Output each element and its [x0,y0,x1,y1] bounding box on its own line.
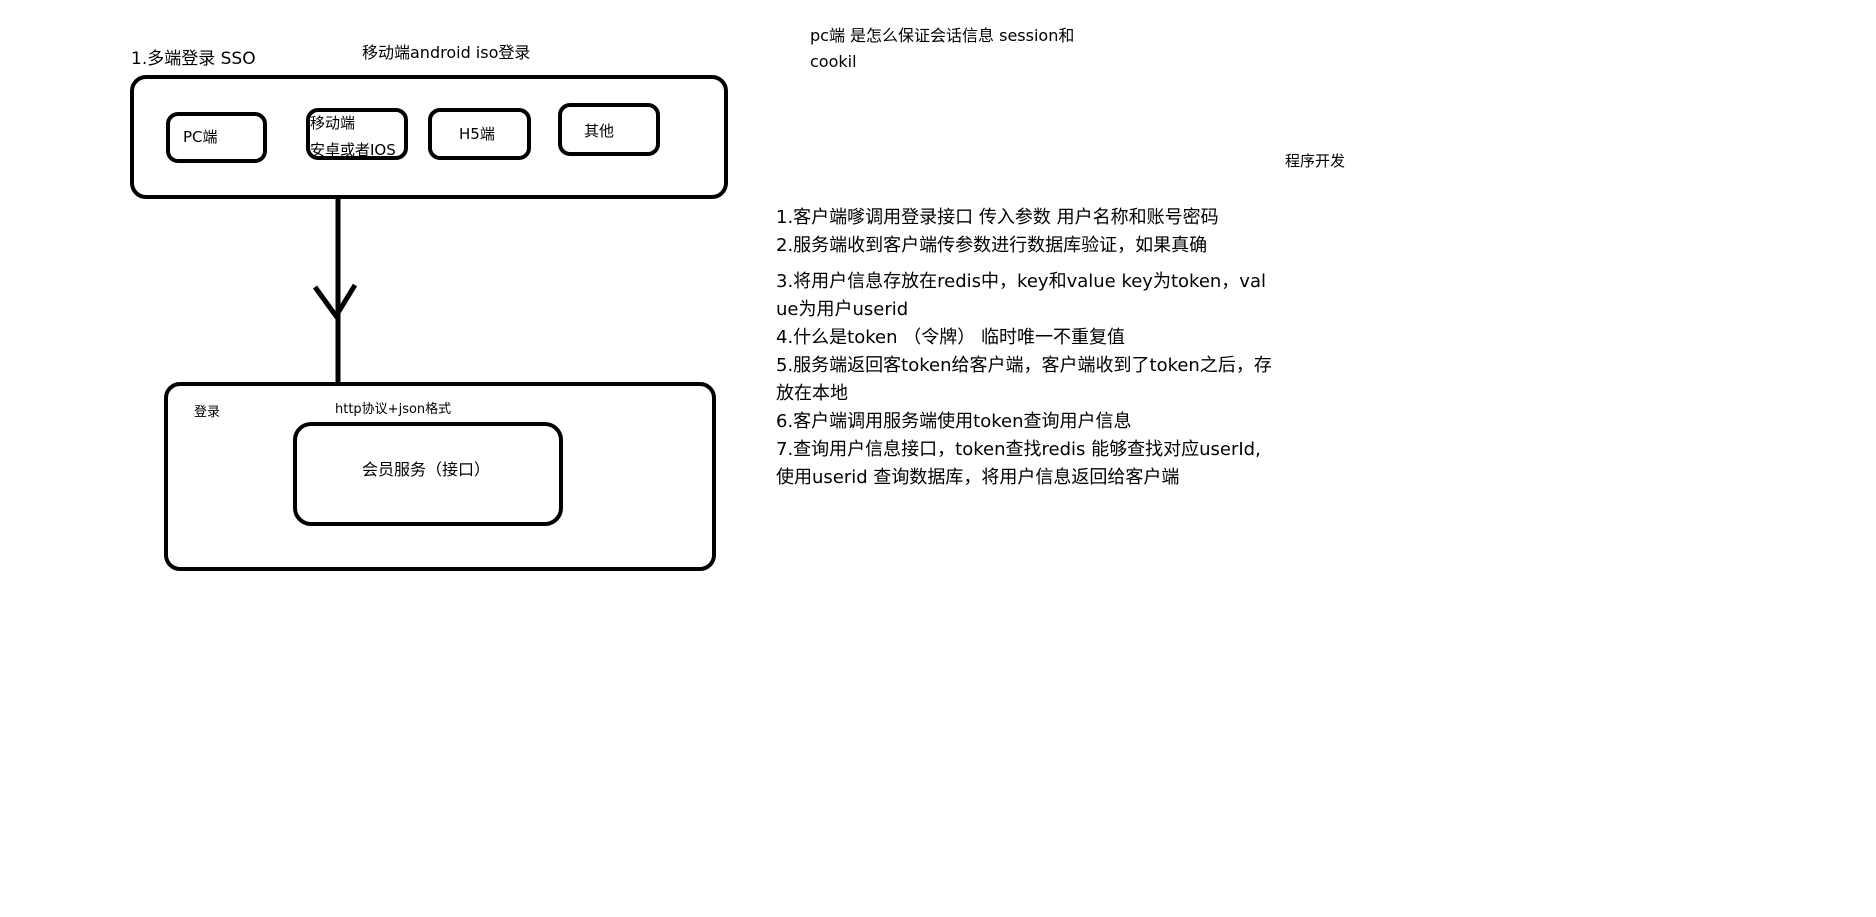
miniprogram-label: 程序开发 [1285,152,1346,170]
h5-client-label: H5端 [459,125,495,143]
note-step-5: 5.服务端返回客token给客户端，客户端收到了token之后，存放在本地 [776,355,1272,404]
note-step-4: 4.什么是token （令牌） 临时唯一不重复值 [776,327,1125,348]
pc-question-line2: cookil [810,52,857,71]
login-flow-notes: 1.客户端嗲调用登录接口 传入参数 用户名称和账号密码 2.服务端收到客户端传参… [776,204,1276,492]
note-step-2: 2.服务端收到客户端传参数进行数据库验证，如果真确 [776,235,1208,256]
mobile-heading: 移动端android iso登录 [362,43,531,62]
mobile-client-label-line1: 移动端 [310,114,356,132]
note-step-6: 6.客户端调用服务端使用token查询用户信息 [776,411,1132,432]
note-step-1: 1.客户端嗲调用登录接口 传入参数 用户名称和账号密码 [776,207,1219,228]
arrow-head-icon [312,283,358,321]
pc-client-label: PC端 [183,128,218,146]
member-service-label: 会员服务（接口） [362,460,491,479]
protocol-label: http协议+json格式 [335,402,452,417]
mobile-client-label-line2: 安卓或者IOS [310,141,396,159]
sso-title: 1.多端登录 SSO [131,49,256,69]
other-client-label: 其他 [584,122,615,140]
login-label: 登录 [194,405,221,420]
note-step-7: 7.查询用户信息接口，token查找redis 能够查找对应userId,使用u… [776,439,1261,488]
note-step-3: 3.将用户信息存放在redis中，key和value key为token，val… [776,271,1266,320]
pc-question-line1: pc端 是怎么保证会话信息 session和 [810,26,1075,45]
